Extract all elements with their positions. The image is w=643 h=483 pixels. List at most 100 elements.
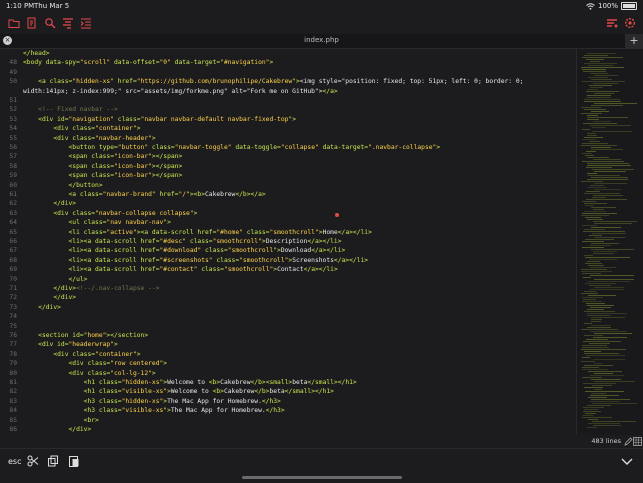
code-line[interactable]: 59 <span class="icon-bar"></span>	[0, 171, 576, 180]
code-line[interactable]: 48<body data-spy="scroll" data-offset="0…	[0, 58, 576, 67]
code-line[interactable]: 60 </button>	[0, 181, 576, 190]
code-line[interactable]: </head>	[0, 49, 576, 58]
line-number: 79	[0, 359, 17, 368]
grid-icon[interactable]	[633, 437, 642, 446]
folder-icon[interactable]	[8, 17, 20, 29]
code-line[interactable]: 52 <!-- Fixed navbar -->	[0, 105, 576, 114]
code-line[interactable]: 51	[0, 96, 576, 105]
minimap-line	[588, 265, 604, 266]
minimap-line	[583, 341, 621, 342]
code-line[interactable]: 71 </div><!--/.nav-collapse -->	[0, 284, 576, 293]
code-line[interactable]: 79 <div class="row centered">	[0, 359, 576, 368]
minimap-line	[594, 189, 621, 190]
chevron-down-icon[interactable]	[621, 457, 633, 467]
code-line[interactable]: 70 </ul>	[0, 275, 576, 284]
code-line[interactable]: 54 <div class="container">	[0, 124, 576, 133]
code-line[interactable]: 58 <span class="icon-bar"></span>	[0, 162, 576, 171]
code-text: <div class="navbar-collapse collapse">	[23, 209, 197, 218]
code-line[interactable]: 81 <h1 class="hidden-xs">Welcome to <b>C…	[0, 378, 576, 387]
code-line[interactable]: 68 <li><a data-scroll href="#screenshots…	[0, 256, 576, 265]
code-line[interactable]: 66 <li><a data-scroll href="#desc" class…	[0, 237, 576, 246]
status-date: Thu Mar 5	[34, 2, 69, 10]
code-line[interactable]: 64 <ul class="nav navbar-nav">	[0, 218, 576, 227]
minimap-line	[582, 129, 590, 130]
minimap-line	[585, 263, 602, 264]
code-line[interactable]: 78 <div class="container">	[0, 350, 576, 359]
file-edit-icon[interactable]	[26, 17, 38, 29]
code-line[interactable]: 50 <a class="hidden-xs" href="https://gi…	[0, 77, 576, 86]
code-line[interactable]: 75	[0, 322, 576, 331]
copy-icon[interactable]	[47, 455, 59, 467]
minimap-line	[582, 369, 608, 370]
code-line[interactable]: 76 <section id="home"></section>	[0, 331, 576, 340]
add-tab-button[interactable]: +	[625, 34, 643, 48]
search-icon[interactable]	[44, 17, 56, 29]
code-line[interactable]: 72 </div>	[0, 293, 576, 302]
code-line[interactable]: 85 <br>	[0, 416, 576, 425]
minimap-line	[591, 105, 623, 106]
minimap-line	[586, 151, 596, 152]
pencil-icon[interactable]	[624, 437, 633, 446]
code-line[interactable]: 77 <div id="headerwrap">	[0, 340, 576, 349]
code-text: <span class="icon-bar"></span>	[23, 162, 182, 171]
code-line[interactable]: width:141px; z-index:999;" src="assets/i…	[0, 87, 576, 96]
minimap-line	[591, 149, 623, 150]
wifi-icon	[586, 3, 595, 10]
code-line[interactable]: 83 <h3 class="hidden-xs">The Mac App for…	[0, 397, 576, 406]
minimap-line	[587, 133, 596, 134]
line-count: 483 lines	[591, 437, 621, 445]
code-line[interactable]: 53 <div id="navigation" class="navbar na…	[0, 115, 576, 124]
minimap[interactable]	[576, 49, 643, 435]
scissors-icon[interactable]	[27, 455, 39, 467]
minimap-line	[581, 361, 595, 362]
minimap-line	[581, 113, 602, 114]
code-line[interactable]: 49	[0, 68, 576, 77]
minimap-line	[585, 413, 596, 414]
code-line[interactable]: 62 </div>	[0, 199, 576, 208]
line-number: 55	[0, 134, 17, 143]
minimap-line	[582, 57, 623, 58]
code-line[interactable]: 61 <a class="navbar-brand" href="/"><b>C…	[0, 190, 576, 199]
format-list-icon[interactable]	[62, 17, 74, 29]
code-line[interactable]: 82 <h1 class="visible-xs">Welcome to <b>…	[0, 387, 576, 396]
tab-title[interactable]: index.php	[0, 36, 643, 44]
tab-bar: × index.php +	[0, 34, 643, 49]
code-editor[interactable]: </head>48<body data-spy="scroll" data-of…	[0, 49, 576, 435]
minimap-line	[582, 417, 612, 418]
code-line[interactable]: 84 <h3 class="visible-xs">The Mac App fo…	[0, 406, 576, 415]
code-text: <div class="navbar-header">	[23, 134, 156, 143]
minimap-line	[594, 333, 632, 334]
minimap-line	[583, 383, 616, 384]
code-text: width:141px; z-index:999;" src="assets/i…	[23, 87, 338, 96]
minimap-line	[584, 211, 606, 212]
code-line[interactable]: 80 <div class="col-lg-12">	[0, 369, 576, 378]
minimap-line	[584, 351, 601, 352]
code-text: </div>	[23, 199, 76, 208]
code-line[interactable]: 57 <span class="icon-bar"></span>	[0, 152, 576, 161]
code-line[interactable]: 65 <li class="active"><a data-scroll hre…	[0, 228, 576, 237]
code-line[interactable]: 56 <button type="button" class="navbar-t…	[0, 143, 576, 152]
code-line[interactable]: 73 </div>	[0, 303, 576, 312]
status-right-group: 100%	[586, 2, 637, 10]
minimap-line	[582, 225, 597, 226]
code-text: </head>	[23, 49, 50, 58]
minimap-line	[594, 279, 634, 280]
paste-icon[interactable]	[68, 455, 80, 467]
settings-icon[interactable]	[624, 17, 636, 29]
minimap-line	[591, 321, 601, 322]
code-line[interactable]: 74	[0, 312, 576, 321]
esc-key[interactable]: esc	[8, 457, 22, 466]
indent-icon[interactable]	[80, 17, 92, 29]
minimap-line	[588, 295, 616, 296]
status-time: 1:10 PM	[6, 2, 34, 10]
git-branch-icon[interactable]	[606, 17, 618, 29]
code-line[interactable]: 63 <div class="navbar-collapse collapse"…	[0, 209, 576, 218]
code-line[interactable]: 69 <li><a data-scroll href="#contact" cl…	[0, 265, 576, 274]
code-line[interactable]: 67 <li><a data-scroll href="#download" c…	[0, 246, 576, 255]
minimap-line	[581, 145, 617, 146]
minimap-line	[594, 237, 625, 238]
minimap-line	[591, 399, 630, 400]
code-line[interactable]: 55 <div class="navbar-header">	[0, 134, 576, 143]
minimap-line	[590, 61, 600, 62]
code-line[interactable]: 86 </div>	[0, 425, 576, 434]
